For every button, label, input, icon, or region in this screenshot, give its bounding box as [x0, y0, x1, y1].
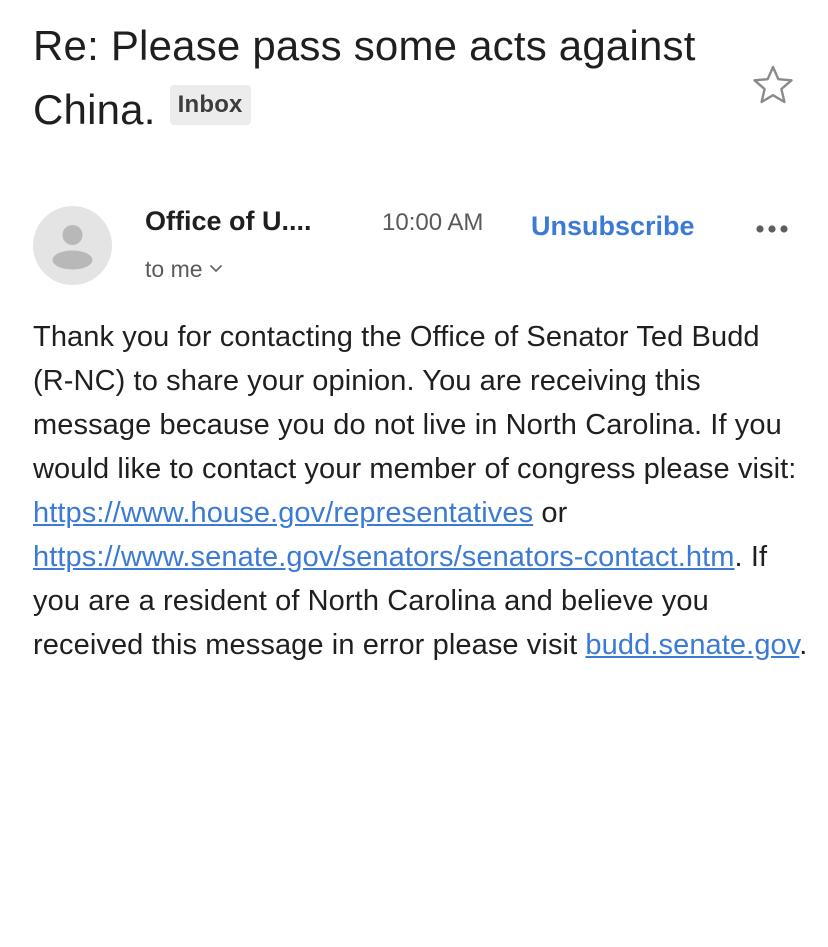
inbox-label-chip[interactable]: Inbox	[169, 85, 251, 125]
recipient-details-toggle[interactable]: to me	[145, 256, 223, 283]
subject-text: Re: Please pass some acts against China.	[33, 22, 696, 133]
body-text-part: or	[533, 497, 568, 529]
body-text-part: .	[799, 629, 808, 661]
senate-contact-link[interactable]: https://www.senate.gov/senators/senators…	[33, 541, 735, 573]
budd-senate-link[interactable]: budd.senate.gov	[585, 629, 799, 661]
email-body: Thank you for contacting the Office of S…	[33, 315, 808, 667]
sender-name[interactable]: Office of U....	[145, 206, 312, 237]
more-options-icon[interactable]	[750, 220, 794, 238]
email-subject: Re: Please pass some acts against China.…	[33, 14, 723, 142]
house-representatives-link[interactable]: https://www.house.gov/representatives	[33, 497, 533, 529]
unsubscribe-button[interactable]: Unsubscribe	[531, 211, 695, 242]
star-icon[interactable]	[752, 64, 794, 106]
body-text-part: Thank you for contacting the Office of S…	[33, 321, 797, 485]
chevron-down-icon	[209, 265, 222, 272]
sender-avatar[interactable]	[33, 206, 112, 285]
email-time: 10:00 AM	[382, 209, 484, 236]
recipient-text: to me	[145, 256, 203, 282]
person-icon	[52, 225, 93, 270]
email-view: Re: Please pass some acts against China.…	[0, 0, 828, 947]
